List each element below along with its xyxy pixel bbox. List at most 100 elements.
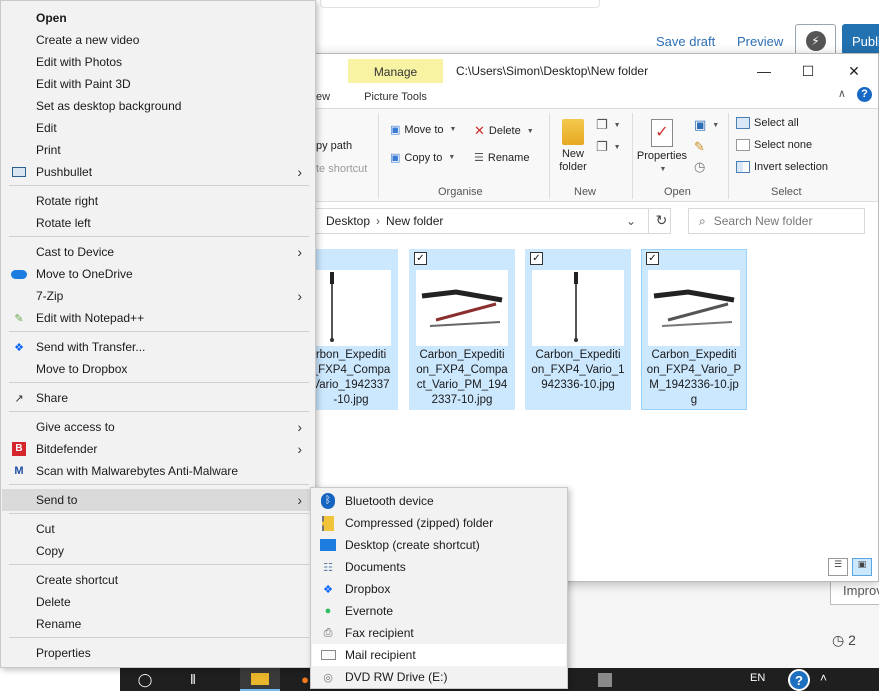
search-input[interactable]: ⌕ Search New folder [688,208,865,234]
menu-item-share[interactable]: ↗ Share [2,387,314,409]
menu-separator [9,236,309,237]
file-item-0[interactable]: rbon_Expediti _FXP4_Compa Vario_1942337 … [304,249,398,410]
menu-item-scan-malwarebytes[interactable]: M Scan with Malwarebytes Anti-Malware [2,460,314,482]
submenu-item-label: Mail recipient [345,648,416,662]
easy-access-icon[interactable]: ❐ ▼ [596,139,621,155]
menu-item-edit[interactable]: Edit [2,117,314,139]
menu-item-rotate-left[interactable]: Rotate left [2,212,314,234]
preview-link[interactable]: Preview [737,34,783,49]
menu-item-7-zip[interactable]: 7-Zip › [2,285,314,307]
send-to-evernote[interactable]: ● Evernote [312,600,566,622]
menu-item-cut[interactable]: Cut [2,518,314,540]
close-button[interactable]: ✕ [834,60,874,82]
large-icons-view-icon[interactable]: ▣ [852,558,872,576]
send-to-bluetooth[interactable]: ᛒ Bluetooth device [312,490,566,512]
select-all-button[interactable]: Select all [736,117,799,129]
address-dropdown-icon[interactable]: ⌄ [626,214,636,228]
menu-item-label: Scan with Malwarebytes Anti-Malware [36,464,239,478]
menu-item-delete[interactable]: Delete [2,591,314,613]
breadcrumb-new-folder[interactable]: New folder [386,214,443,228]
file-item-2[interactable]: ✓ Carbon_Expediti on_FXP4_Vario_1 942336… [525,249,631,410]
file-thumbnail [648,270,740,346]
minimize-button[interactable]: — [744,60,784,82]
menu-item-send-to[interactable]: Send to › [2,489,314,511]
history-icon[interactable]: ◷ [694,159,705,175]
open-icon[interactable]: ▣ ▼ [694,117,719,133]
menu-item-rename[interactable]: Rename [2,613,314,635]
properties-button[interactable]: ✓ Properties ▼ [634,119,690,176]
maximize-button[interactable]: ☐ [788,60,828,82]
move-to-button[interactable]: ▣ Move to ▼ [390,123,456,137]
file-checkbox[interactable]: ✓ [414,252,427,265]
help-icon[interactable]: ? [857,87,872,102]
tab-manage[interactable]: Manage [348,59,443,83]
view-switcher: ☰ ▣ [828,558,872,576]
send-to-desktop[interactable]: Desktop (create shortcut) [312,534,566,556]
file-checkbox[interactable]: ✓ [646,252,659,265]
file-item-1[interactable]: ✓ Carbon_Expediti on_FXP4_Compa ct_Vario… [409,249,515,410]
help-icon[interactable]: ? [788,669,810,691]
paste-shortcut-button[interactable]: te shortcut [316,163,367,175]
menu-item-give-access-to[interactable]: Give access to › [2,416,314,438]
menu-item-pushbullet[interactable]: Pushbullet › [2,161,314,183]
ribbon-collapse-icon[interactable]: ∧ [838,88,846,100]
send-to-fax-recipient[interactable]: ⎙ Fax recipient [312,622,566,644]
details-view-icon[interactable]: ☰ [828,558,848,576]
new-folder-button[interactable]: New folder [554,119,592,174]
rename-button[interactable]: ☰ Rename [474,151,529,165]
send-to-dropbox[interactable]: ❖ Dropbox [312,578,566,600]
save-draft-link[interactable]: Save draft [656,34,715,49]
select-none-label: Select none [754,139,813,151]
submenu-arrow-icon: › [297,492,302,508]
tab-view[interactable]: ew [316,91,330,103]
evernote-icon: ● [324,605,332,617]
file-item-3[interactable]: ✓ Carbon_Expediti on_FXP4_Vario_P M_1942… [641,249,747,410]
menu-item-edit-with-notepad-plus-plus[interactable]: ✎ Edit with Notepad++ [2,307,314,329]
delete-button[interactable]: ✕ Delete ▼ [474,123,534,139]
address-bar[interactable]: Desktop › New folder ⌄ [316,208,671,234]
menu-item-move-to-onedrive[interactable]: Move to OneDrive [2,263,314,285]
search-placeholder: Search New folder [713,214,813,228]
select-none-button[interactable]: Select none [736,139,812,151]
menu-item-cast-to-device[interactable]: Cast to Device › [2,241,314,263]
invert-selection-label: Invert selection [754,161,828,173]
invert-selection-button[interactable]: Invert selection [736,161,828,173]
copy-path-button[interactable]: py path [316,140,352,152]
file-explorer-taskbar-icon[interactable] [240,668,280,691]
menu-item-move-to-dropbox[interactable]: Move to Dropbox [2,358,314,380]
menu-item-create-new-video[interactable]: Create a new video [2,29,314,51]
file-name: rbon_Expediti _FXP4_Compa Vario_1942337 … [311,349,391,406]
menu-item-print[interactable]: Print [2,139,314,161]
menu-separator [9,331,309,332]
menu-item-set-desktop-background[interactable]: Set as desktop background [2,95,314,117]
menu-item-properties[interactable]: Properties [2,642,314,664]
ribbon-controls: ∧ ? [838,87,872,102]
send-to-compressed-folder[interactable]: Compressed (zipped) folder [312,512,566,534]
menu-item-send-with-transfer[interactable]: ❖ Send with Transfer... [2,336,314,358]
menu-item-create-shortcut[interactable]: Create shortcut [2,569,314,591]
send-to-documents[interactable]: ☷ Documents [312,556,566,578]
menu-item-edit-with-paint-3d[interactable]: Edit with Paint 3D [2,73,314,95]
send-to-dvd-drive[interactable]: ◎ DVD RW Drive (E:) [312,666,566,688]
copy-to-button[interactable]: ▣ Copy to ▼ [390,151,455,165]
breadcrumb-desktop[interactable]: Desktop [326,214,370,228]
search-icon[interactable]: ◯ [130,668,160,691]
refresh-button[interactable]: ↻ [648,208,674,234]
malwarebytes-icon: M [14,465,24,477]
menu-item-edit-with-photos[interactable]: Edit with Photos [2,51,314,73]
file-checkbox[interactable]: ✓ [530,252,543,265]
chevron-up-icon[interactable]: ˄ [820,671,827,685]
language-indicator[interactable]: EN [750,672,765,684]
task-view-icon[interactable]: ⫴ [178,668,208,691]
menu-item-bitdefender[interactable]: B Bitdefender › [2,438,314,460]
calculator-icon[interactable] [592,668,618,691]
send-to-mail-recipient[interactable]: Mail recipient [312,644,566,666]
edit-icon[interactable]: ✎ [694,139,705,155]
menu-item-copy[interactable]: Copy [2,540,314,562]
new-item-icon[interactable]: ❐ ▼ [596,117,621,133]
menu-item-rotate-right[interactable]: Rotate right [2,190,314,212]
submenu-item-label: Desktop (create shortcut) [345,538,480,552]
tab-picture-tools[interactable]: Picture Tools [348,91,443,104]
invert-selection-icon [736,161,750,173]
menu-item-open[interactable]: Open [2,7,314,29]
